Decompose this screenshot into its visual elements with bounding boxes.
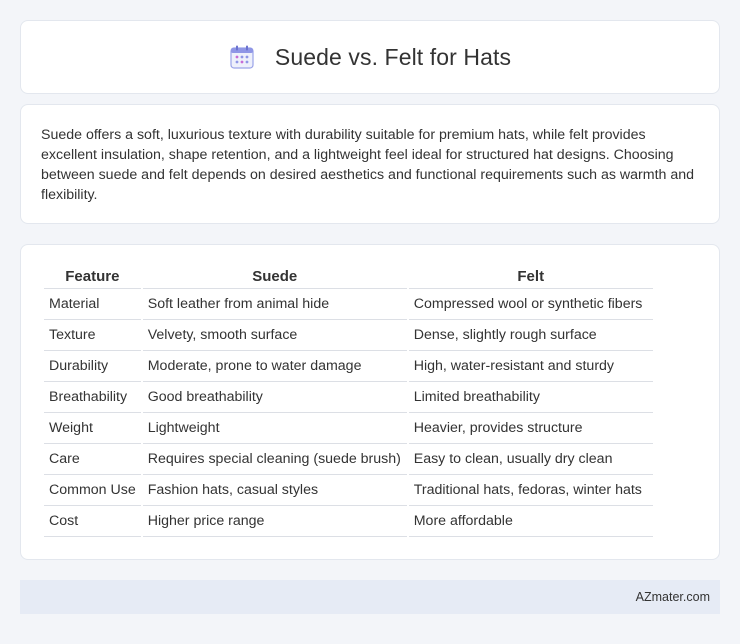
header-suede: Suede [142, 265, 407, 289]
table-row: Breathability Good breathability Limited… [44, 382, 653, 413]
felt-cell: Traditional hats, fedoras, winter hats [408, 475, 653, 506]
feature-cell: Material [44, 289, 141, 320]
feature-cell: Breathability [44, 382, 141, 413]
table-row: Texture Velvety, smooth surface Dense, s… [44, 320, 653, 351]
feature-cell: Cost [44, 506, 141, 537]
suede-cell: Higher price range [142, 506, 407, 537]
feature-cell: Texture [44, 320, 141, 351]
feature-cell: Care [44, 444, 141, 475]
felt-cell: Easy to clean, usually dry clean [408, 444, 653, 475]
felt-cell: Dense, slightly rough surface [408, 320, 653, 351]
feature-cell: Durability [44, 351, 141, 382]
table-row: Durability Moderate, prone to water dama… [44, 351, 653, 382]
comparison-table: Feature Suede Felt Material Soft leather… [42, 265, 655, 537]
table-row: Care Requires special cleaning (suede br… [44, 444, 653, 475]
table-row: Common Use Fashion hats, casual styles T… [44, 475, 653, 506]
summary-text: Suede offers a soft, luxurious texture w… [41, 127, 695, 203]
calendar-icon [229, 44, 255, 70]
table-row: Cost Higher price range More affordable [44, 506, 653, 537]
suede-cell: Lightweight [142, 413, 407, 444]
feature-cell: Common Use [44, 475, 141, 506]
felt-cell: Compressed wool or synthetic fibers [408, 289, 653, 320]
page-title: Suede vs. Felt for Hats [274, 43, 512, 70]
feature-cell: Weight [44, 413, 141, 444]
suede-cell: Moderate, prone to water damage [142, 351, 407, 382]
felt-cell: High, water-resistant and sturdy [408, 351, 653, 382]
suede-cell: Fashion hats, casual styles [142, 475, 407, 506]
suede-cell: Soft leather from animal hide [142, 289, 407, 320]
table-row: Material Soft leather from animal hide C… [44, 289, 653, 320]
felt-cell: Limited breathability [408, 382, 653, 413]
table-row: Weight Lightweight Heavier, provides str… [44, 413, 653, 444]
title-card: Suede vs. Felt for Hats [20, 20, 720, 94]
table-card: Feature Suede Felt Material Soft leather… [20, 244, 720, 560]
suede-cell: Velvety, smooth surface [142, 320, 407, 351]
summary-card: Suede offers a soft, luxurious texture w… [20, 104, 720, 224]
table-header-row: Feature Suede Felt [44, 265, 653, 289]
felt-cell: Heavier, provides structure [408, 413, 653, 444]
suede-cell: Requires special cleaning (suede brush) [142, 444, 407, 475]
footer: AZmater.com [20, 580, 720, 614]
title-wrap: Suede vs. Felt for Hats [229, 44, 511, 71]
suede-cell: Good breathability [142, 382, 407, 413]
footer-brand-link[interactable]: AZmater.com [636, 590, 710, 604]
felt-cell: More affordable [408, 506, 653, 537]
header-feature: Feature [44, 265, 141, 289]
header-felt: Felt [408, 265, 653, 289]
